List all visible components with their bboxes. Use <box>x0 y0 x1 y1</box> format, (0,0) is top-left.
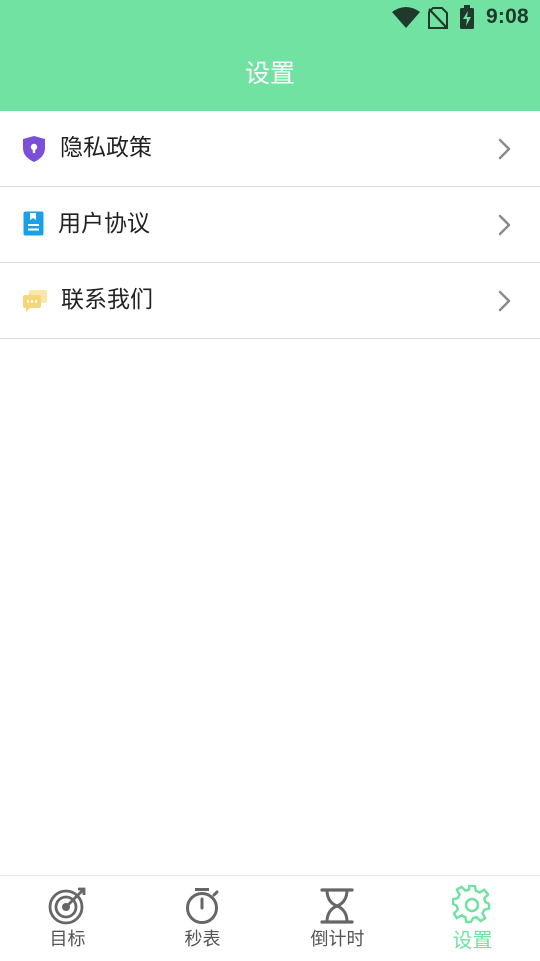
chevron-right-icon <box>498 290 511 312</box>
agreement-doc-icon <box>23 211 44 236</box>
settings-item-label: 隐私政策 <box>60 135 152 161</box>
stopwatch-icon <box>186 888 219 924</box>
app-header: 9:08 设置 <box>0 0 540 111</box>
battery-charging-icon <box>460 5 474 29</box>
shield-lock-icon <box>23 136 45 162</box>
chat-bubbles-icon <box>23 290 47 312</box>
tab-target[interactable]: 目标 <box>0 876 135 961</box>
hourglass-icon <box>320 888 354 924</box>
tab-label: 目标 <box>49 929 86 950</box>
wifi-icon <box>392 7 420 28</box>
no-sim-icon <box>428 7 448 29</box>
page-title: 设置 <box>244 59 295 88</box>
bottom-tab-bar: 目标 秒表 倒计时 设置 <box>0 875 540 961</box>
settings-item-label: 用户协议 <box>58 211 150 237</box>
settings-list: 隐私政策 用户协议 联系我们 <box>0 111 540 339</box>
tab-label: 倒计时 <box>310 929 365 950</box>
settings-item-privacy-policy[interactable]: 隐私政策 <box>0 111 540 187</box>
chevron-right-icon <box>498 214 511 236</box>
gear-icon <box>452 885 491 924</box>
status-time: 9:08 <box>486 5 529 28</box>
tab-label: 秒表 <box>184 929 221 950</box>
tab-label: 设置 <box>452 928 493 952</box>
chevron-right-icon <box>498 138 511 160</box>
tab-stopwatch[interactable]: 秒表 <box>135 876 270 961</box>
settings-item-contact-us[interactable]: 联系我们 <box>0 263 540 339</box>
status-bar: 9:08 <box>0 0 540 36</box>
tab-settings[interactable]: 设置 <box>405 876 540 961</box>
settings-item-label: 联系我们 <box>61 287 153 313</box>
settings-item-user-agreement[interactable]: 用户协议 <box>0 187 540 263</box>
target-icon <box>48 887 86 925</box>
tab-countdown[interactable]: 倒计时 <box>270 876 405 961</box>
